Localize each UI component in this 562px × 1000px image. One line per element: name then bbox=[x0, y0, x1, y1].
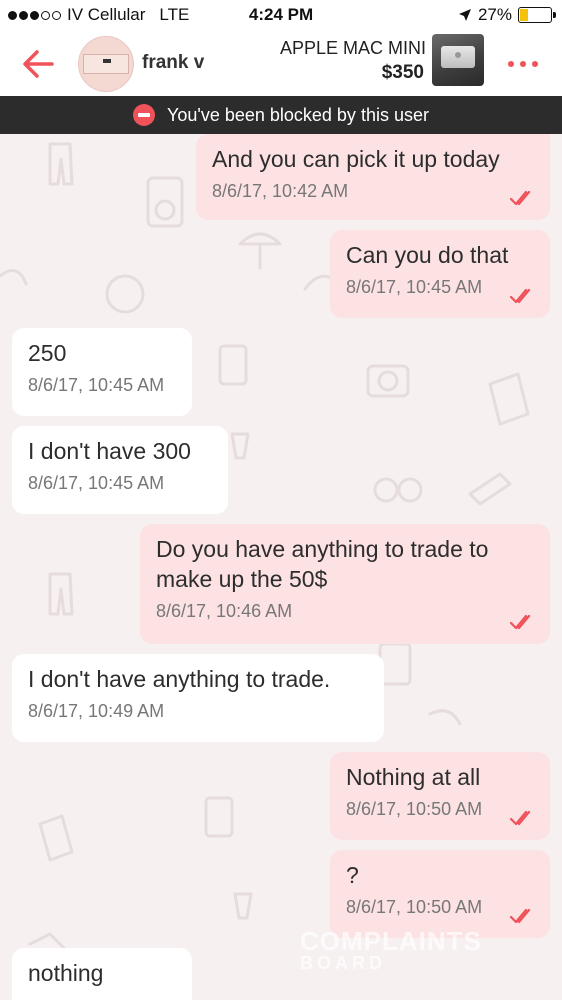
message-bubble-outgoing[interactable]: Nothing at all 8/6/17, 10:50 AM bbox=[330, 752, 550, 840]
more-dot-icon bbox=[532, 61, 538, 67]
message-text: Nothing at all bbox=[346, 764, 481, 790]
read-check-icon bbox=[510, 288, 531, 304]
message-bubble-incoming[interactable]: I don't have 300 8/6/17, 10:45 AM bbox=[12, 426, 228, 514]
message-time: 8/6/17, 10:50 AM bbox=[346, 897, 483, 917]
message-time: 8/6/17, 10:45 AM bbox=[28, 375, 165, 395]
message-time: 8/6/17, 10:49 AM bbox=[28, 701, 165, 721]
battery-level bbox=[520, 9, 529, 21]
user-avatar[interactable] bbox=[78, 36, 134, 92]
message-time: 8/6/17, 10:42 AM bbox=[212, 181, 349, 201]
message-text: I don't have anything to trade. bbox=[28, 666, 331, 692]
more-dot-icon bbox=[508, 61, 514, 67]
message-bubble-outgoing[interactable]: Can you do that 8/6/17, 10:45 AM bbox=[330, 230, 550, 318]
back-button[interactable] bbox=[18, 44, 58, 84]
message-time: 8/6/17, 10:45 AM bbox=[28, 473, 165, 493]
blocked-text: You've been blocked by this user bbox=[167, 104, 429, 125]
chat-header: frank v APPLE MAC MINI $350 bbox=[0, 32, 562, 96]
listing-thumbnail[interactable] bbox=[432, 34, 484, 86]
watermark-logo: COMPLAINTS BOARD bbox=[300, 928, 482, 974]
read-check-icon bbox=[510, 614, 531, 630]
blocked-icon bbox=[133, 104, 156, 126]
message-bubble-incoming[interactable]: I don't have anything to trade. 8/6/17, … bbox=[12, 654, 384, 742]
message-text: nothing bbox=[28, 960, 104, 986]
message-time: 8/6/17, 10:45 AM bbox=[346, 277, 483, 297]
message-bubble-outgoing[interactable]: Do you have anything to trade to make up… bbox=[140, 524, 550, 644]
message-text: Can you do that bbox=[346, 242, 509, 268]
read-check-icon bbox=[510, 190, 531, 206]
back-arrow-icon bbox=[23, 50, 54, 78]
more-dot-icon bbox=[520, 61, 526, 67]
read-check-icon bbox=[510, 810, 531, 826]
message-bubble-incoming[interactable]: nothing bbox=[12, 948, 192, 1000]
message-time: 8/6/17, 10:46 AM bbox=[156, 601, 293, 621]
message-text: I don't have 300 bbox=[28, 438, 191, 464]
message-text: Do you have anything to trade to make up… bbox=[156, 536, 489, 592]
listing-title[interactable]: APPLE MAC MINI bbox=[280, 38, 426, 59]
message-bubble-outgoing[interactable]: ? 8/6/17, 10:50 AM bbox=[330, 850, 550, 938]
read-check-icon bbox=[510, 908, 531, 924]
chat-area[interactable]: And you can pick it up today 8/6/17, 10:… bbox=[0, 134, 562, 1000]
message-text: ? bbox=[346, 862, 359, 888]
message-text: And you can pick it up today bbox=[212, 146, 500, 172]
mac-mini-image bbox=[441, 46, 475, 68]
blocked-banner: You've been blocked by this user bbox=[0, 96, 562, 134]
battery-percent: 27% bbox=[477, 5, 512, 24]
message-time: 8/6/17, 10:50 AM bbox=[346, 799, 483, 819]
avatar-image bbox=[83, 54, 129, 74]
battery-icon bbox=[518, 7, 556, 23]
more-options-button[interactable] bbox=[500, 50, 546, 78]
message-bubble-outgoing[interactable]: And you can pick it up today 8/6/17, 10:… bbox=[196, 134, 550, 220]
username[interactable]: frank v bbox=[142, 52, 204, 74]
status-bar: IV Cellular LTE 4:24 PM 27% bbox=[0, 0, 562, 32]
location-arrow-icon bbox=[458, 9, 471, 21]
status-right: 27% bbox=[458, 5, 556, 25]
message-bubble-incoming[interactable]: 250 8/6/17, 10:45 AM bbox=[12, 328, 192, 416]
message-text: 250 bbox=[28, 340, 67, 366]
listing-price: $350 bbox=[381, 62, 424, 83]
